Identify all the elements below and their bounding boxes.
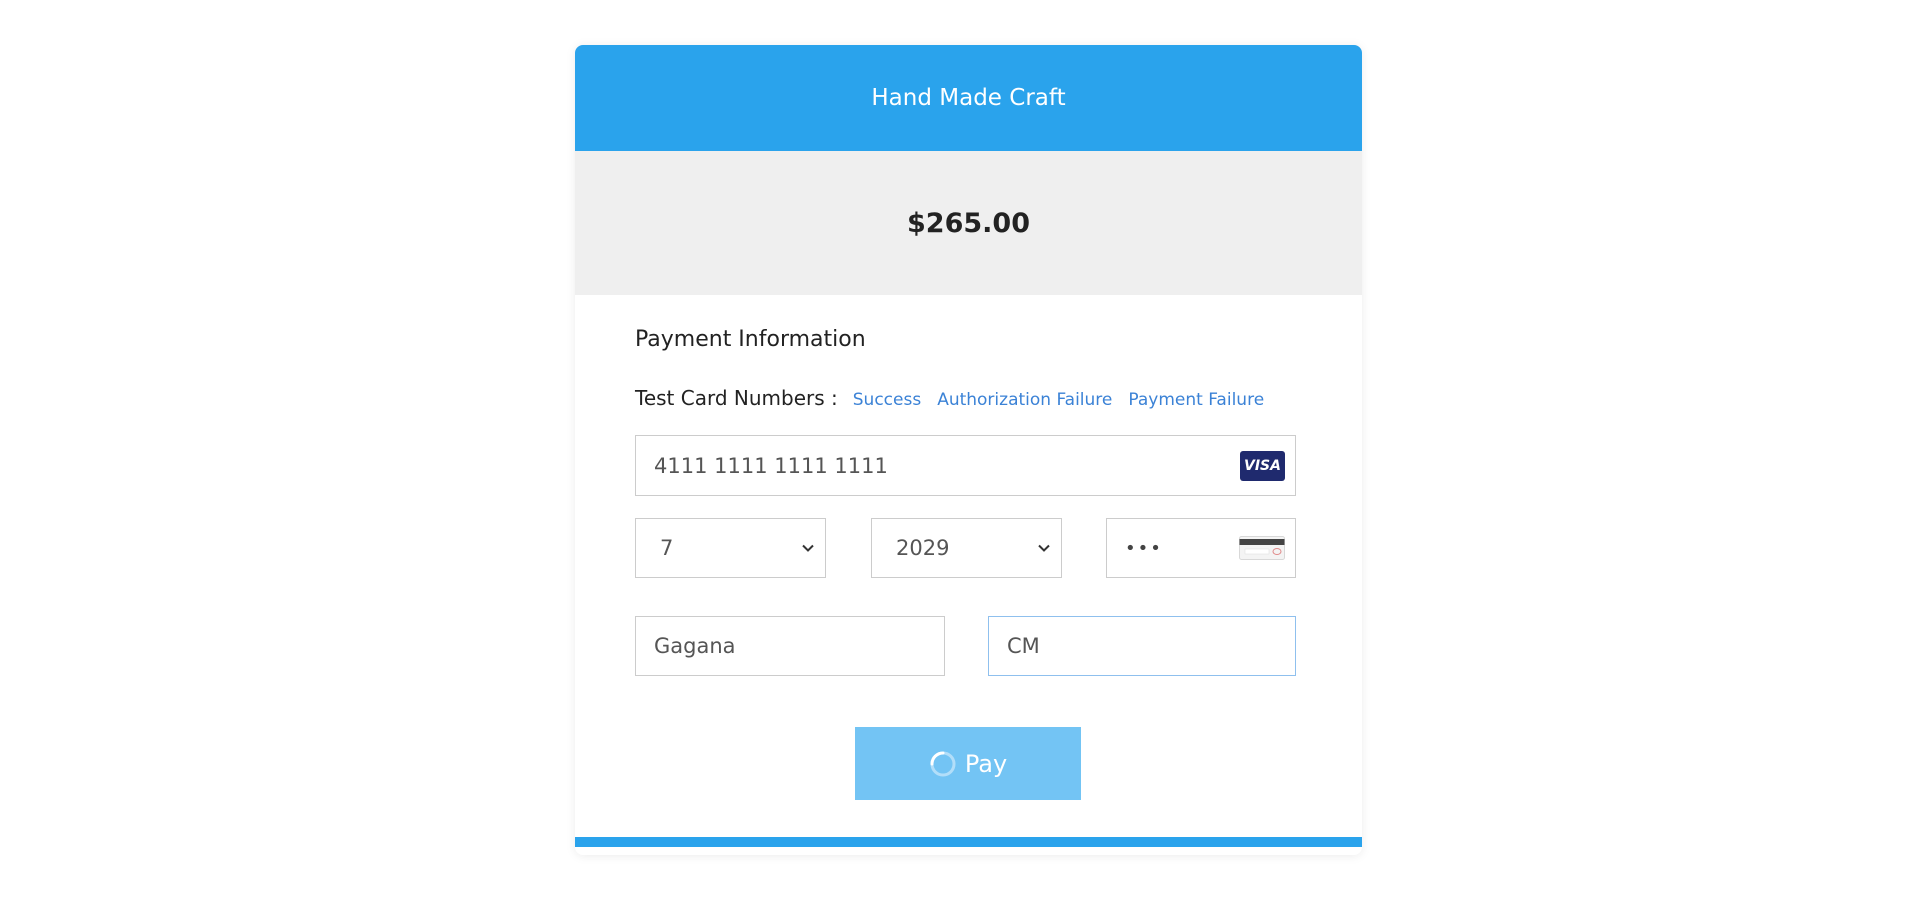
amount-value: $265.00 <box>907 207 1030 239</box>
test-card-label: Test Card Numbers : <box>635 386 838 410</box>
test-link-success[interactable]: Success <box>853 390 921 410</box>
expiry-year-select[interactable]: 2029 <box>871 518 1062 578</box>
first-name-value: Gagana <box>654 634 736 658</box>
chevron-down-icon <box>1038 544 1050 552</box>
chevron-down-icon <box>802 544 814 552</box>
bottom-accent-bar <box>575 837 1362 847</box>
cvv-field[interactable]: ••• <box>1106 518 1296 578</box>
first-name-field[interactable]: Gagana <box>635 616 945 676</box>
visa-icon: VISA <box>1240 450 1285 481</box>
loading-spinner-icon <box>930 751 956 776</box>
visa-text: VISA <box>1244 457 1281 474</box>
pay-button[interactable]: Pay <box>855 727 1081 800</box>
last-name-field[interactable]: CM <box>988 616 1296 676</box>
card-number-value: 4111 1111 1111 1111 <box>654 453 888 478</box>
test-card-numbers: Test Card Numbers : Success Authorizatio… <box>635 386 1280 410</box>
merchant-header: Hand Made Craft <box>575 45 1362 151</box>
card-back-icon <box>1239 536 1285 560</box>
section-title: Payment Information <box>635 327 866 352</box>
cvv-value: ••• <box>1125 537 1163 559</box>
card-number-field[interactable]: 4111 1111 1111 1111 VISA <box>635 435 1296 496</box>
expiry-year-value: 2029 <box>896 536 950 560</box>
payment-card: Hand Made Craft $265.00 Payment Informat… <box>575 45 1362 855</box>
merchant-title: Hand Made Craft <box>871 85 1066 111</box>
pay-button-label: Pay <box>964 749 1008 778</box>
expiry-month-value: 7 <box>660 536 674 560</box>
test-link-payment-failure[interactable]: Payment Failure <box>1128 390 1264 410</box>
expiry-month-select[interactable]: 7 <box>635 518 826 578</box>
test-link-authorization-failure[interactable]: Authorization Failure <box>937 390 1112 410</box>
last-name-value: CM <box>1007 634 1040 658</box>
amount-section: $265.00 <box>575 151 1362 295</box>
payment-form: Payment Information Test Card Numbers : … <box>575 295 1362 847</box>
